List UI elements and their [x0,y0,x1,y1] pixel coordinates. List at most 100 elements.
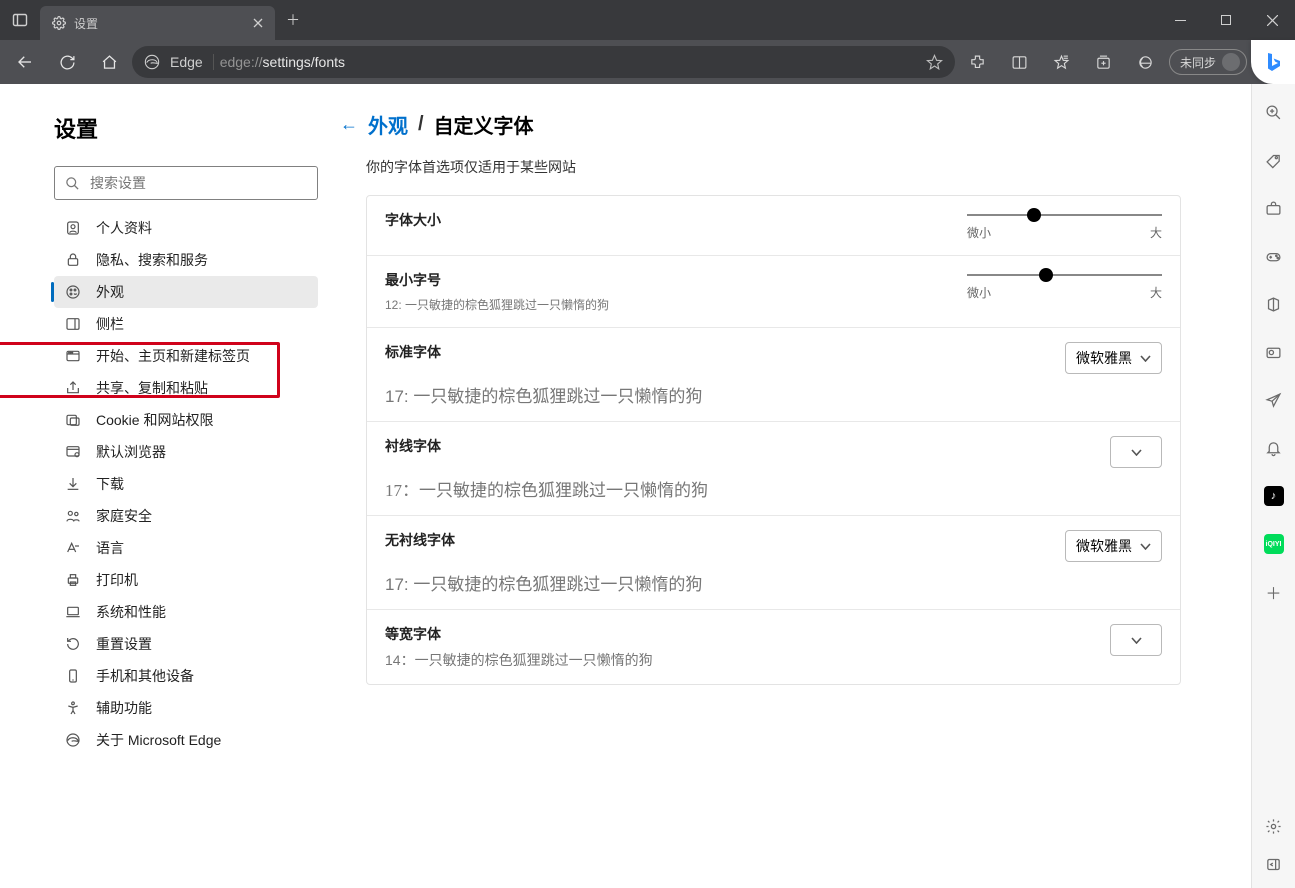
hide-rail-icon[interactable] [1264,854,1284,874]
chevron-down-icon [1140,355,1151,362]
search-plus-icon[interactable] [1264,102,1284,122]
settings-search-input[interactable]: 搜索设置 [54,166,318,200]
download-icon [64,476,82,492]
bell-icon[interactable] [1264,438,1284,458]
sans-font-sample: 17: 一只敏捷的棕色狐狸跳过一只懒惰的狗 [385,570,1162,595]
close-window-button[interactable] [1249,0,1295,40]
nav-privacy[interactable]: 隐私、搜索和服务 [54,244,318,276]
standard-font-sample: 17: 一只敏捷的棕色狐狸跳过一只懒惰的狗 [385,382,1162,407]
reset-icon [64,636,82,652]
min-size-label: 最小字号 [385,270,609,290]
minimize-button[interactable] [1157,0,1203,40]
outlook-icon[interactable] [1264,342,1284,362]
share-icon [64,380,82,396]
back-button[interactable] [6,45,44,79]
favorites-button[interactable] [1043,45,1081,79]
back-arrow-icon[interactable]: ← [340,114,358,135]
bing-sidebar-button[interactable] [1251,40,1295,84]
edge-icon [64,732,82,748]
breadcrumb-parent[interactable]: 外观 [368,110,408,139]
page-subtitle: 你的字体首选项仅适用于某些网站 [340,157,1181,177]
refresh-button[interactable] [48,45,86,79]
extensions-button[interactable] [959,45,997,79]
cookies-icon [64,412,82,428]
browser-icon [64,444,82,460]
nav-downloads[interactable]: 下载 [54,468,318,500]
maximize-button[interactable] [1203,0,1249,40]
iqiyi-app-icon[interactable]: iQIYI [1264,534,1284,554]
profile-sync-button[interactable]: 未同步 [1169,49,1247,75]
new-tab-button[interactable]: ＋ [275,2,311,38]
font-settings-card: 字体大小 微小大 最小字号 12: 一只敏捷的棕色狐狸跳过一只懒惰的狗 微小 [366,195,1181,685]
serif-font-label: 衬线字体 [385,436,441,456]
breadcrumb-sep: / [418,113,424,136]
chevron-down-icon [1131,449,1142,456]
tiktok-app-icon[interactable]: ♪ [1264,486,1284,506]
mono-font-dropdown[interactable] [1110,624,1162,656]
favorite-star-icon[interactable] [926,54,943,71]
nav-reset[interactable]: 重置设置 [54,628,318,660]
briefcase-icon[interactable] [1264,198,1284,218]
browser-tab-settings[interactable]: 设置 [40,6,275,40]
nav-profile[interactable]: 个人资料 [54,212,318,244]
font-size-label: 字体大小 [385,210,441,230]
settings-title: 设置 [54,112,318,144]
phone-icon [64,668,82,684]
nav-printers[interactable]: 打印机 [54,564,318,596]
sans-font-label: 无衬线字体 [385,530,455,550]
standard-font-dropdown[interactable]: 微软雅黑 [1065,342,1162,374]
nav-sidebar[interactable]: 侧栏 [54,308,318,340]
nav-about[interactable]: 关于 Microsoft Edge [54,724,318,756]
row-standard-font: 标准字体 微软雅黑 17: 一只敏捷的棕色狐狸跳过一只懒惰的狗 [367,327,1180,421]
nav-default-browser[interactable]: 默认浏览器 [54,436,318,468]
breadcrumb: ← 外观 / 自定义字体 [340,110,1181,139]
ie-mode-button[interactable] [1127,45,1165,79]
gear-icon [52,16,66,30]
address-bar[interactable]: Edge edge://settings/fonts [132,46,955,78]
serif-font-dropdown[interactable] [1110,436,1162,468]
avatar-icon [1222,53,1240,71]
nav-family[interactable]: 家庭安全 [54,500,318,532]
chevron-down-icon [1140,543,1151,550]
tab-title: 设置 [74,15,98,32]
nav-system[interactable]: 系统和性能 [54,596,318,628]
add-rail-item-button[interactable]: ＋ [1264,582,1284,602]
split-screen-button[interactable] [1001,45,1039,79]
coupons-icon[interactable] [1264,150,1284,170]
nav-share-copy-paste[interactable]: 共享、复制和粘贴 [54,372,318,404]
settings-sidebar: 设置 搜索设置 个人资料 隐私、搜索和服务 外观 侧栏 开始、主页和新建标签页 … [0,84,340,888]
nav-appearance[interactable]: 外观 [54,276,318,308]
games-icon[interactable] [1264,246,1284,266]
nav-accessibility[interactable]: 辅助功能 [54,692,318,724]
mono-font-desc: 14：一只敏捷的棕色狐狸跳过一只懒惰的狗 [385,650,653,670]
close-tab-icon[interactable] [253,18,263,28]
user-icon [64,220,82,236]
row-serif-font: 衬线字体 17：一只敏捷的棕色狐狸跳过一只懒惰的狗 [367,421,1180,515]
accessibility-icon [64,700,82,716]
paint-icon [64,284,82,300]
nav-phone[interactable]: 手机和其他设备 [54,660,318,692]
nav-start-home-newtab[interactable]: 开始、主页和新建标签页 [54,340,318,372]
office-icon[interactable] [1264,294,1284,314]
collections-button[interactable] [1085,45,1123,79]
min-size-slider[interactable]: 微小大 [967,270,1162,301]
family-icon [64,508,82,524]
breadcrumb-current: 自定义字体 [434,110,534,139]
mono-font-label: 等宽字体 [385,624,653,644]
home-button[interactable] [90,45,128,79]
chevron-down-icon [1131,637,1142,644]
nav-cookies[interactable]: Cookie 和网站权限 [54,404,318,436]
printer-icon [64,572,82,588]
search-placeholder: 搜索设置 [90,173,146,193]
rail-settings-icon[interactable] [1264,816,1284,836]
lock-icon [64,252,82,268]
nav-languages[interactable]: 语言 [54,532,318,564]
tab-actions-button[interactable] [0,0,40,40]
url-text: edge://settings/fonts [220,54,345,70]
sans-font-dropdown[interactable]: 微软雅黑 [1065,530,1162,562]
serif-font-sample: 17：一只敏捷的棕色狐狸跳过一只懒惰的狗 [385,476,1162,501]
sidebar-icon [64,316,82,332]
font-size-slider[interactable]: 微小大 [967,210,1162,241]
edge-logo-icon [144,54,160,70]
send-icon[interactable] [1264,390,1284,410]
